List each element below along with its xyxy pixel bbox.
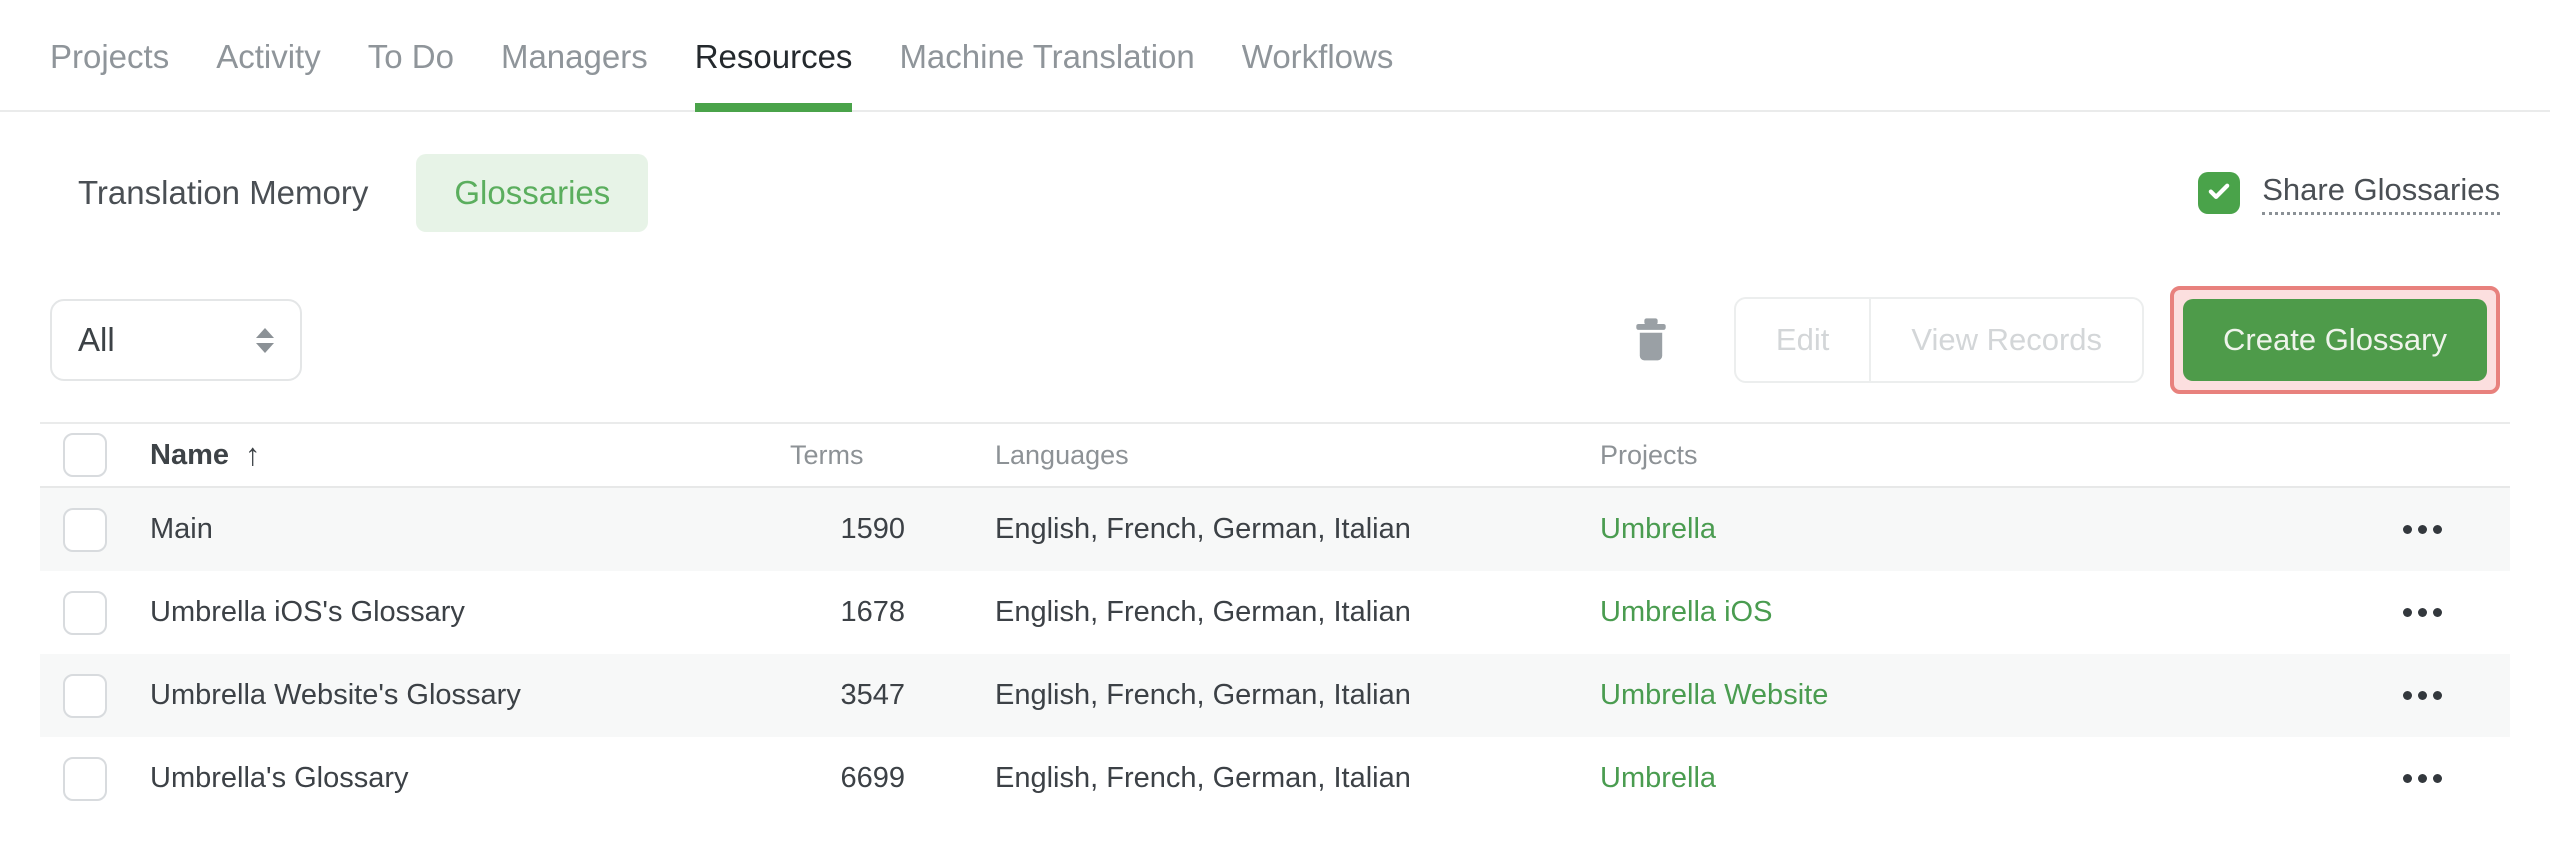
glossary-languages: English, French, German, Italian — [995, 762, 1411, 794]
glossary-languages: English, French, German, Italian — [995, 513, 1411, 545]
glossary-name: Umbrella Website's Glossary — [150, 679, 521, 711]
checkmark-icon — [2205, 177, 2233, 210]
ellipsis-icon — [2403, 691, 2442, 700]
name-column-header[interactable]: Name ↑ — [150, 437, 790, 473]
project-filter-value: All — [78, 321, 115, 358]
row-checkbox[interactable] — [63, 590, 107, 635]
table-row: Umbrella iOS's Glossary 1678 English, Fr… — [40, 571, 2510, 654]
subtab-translation-memory[interactable]: Translation Memory — [50, 154, 396, 232]
nav-tab-activity[interactable]: Activity — [216, 38, 321, 110]
delete-button[interactable] — [1630, 314, 1672, 367]
glossaries-toolbar: All Edit View Records Create Glossary — [50, 286, 2500, 394]
share-glossaries-checkbox[interactable] — [2198, 172, 2241, 214]
row-actions-menu-button[interactable] — [2393, 515, 2452, 544]
trash-icon — [1630, 314, 1672, 367]
row-checkbox[interactable] — [63, 756, 107, 801]
select-all-checkbox[interactable] — [63, 433, 107, 477]
nav-tab-projects[interactable]: Projects — [50, 38, 169, 110]
project-link[interactable]: Umbrella — [1600, 513, 1716, 545]
nav-tab-workflows[interactable]: Workflows — [1242, 38, 1394, 110]
table-row: Main 1590 English, French, German, Itali… — [40, 488, 2510, 571]
glossary-languages: English, French, German, Italian — [995, 596, 1411, 628]
glossary-terms-count: 3547 — [840, 679, 905, 711]
row-checkbox[interactable] — [63, 507, 107, 552]
nav-tab-todo[interactable]: To Do — [368, 38, 454, 110]
project-filter-select[interactable]: All — [50, 299, 302, 381]
nav-tab-machine-translation[interactable]: Machine Translation — [899, 38, 1194, 110]
glossary-name: Umbrella iOS's Glossary — [150, 596, 465, 628]
select-arrows-icon — [256, 327, 274, 353]
toolbar-actions: Edit View Records Create Glossary — [1630, 286, 2500, 394]
glossary-name: Main — [150, 513, 213, 545]
ellipsis-icon — [2403, 608, 2442, 617]
share-glossaries-label: Share Glossaries — [2262, 172, 2500, 215]
share-glossaries-control[interactable]: Share Glossaries — [2198, 172, 2500, 215]
row-actions-menu-button[interactable] — [2393, 598, 2452, 627]
glossary-terms-count: 6699 — [840, 762, 905, 794]
glossary-terms-count: 1678 — [840, 596, 905, 628]
ellipsis-icon — [2403, 525, 2442, 534]
nav-tab-resources[interactable]: Resources — [694, 38, 852, 112]
edit-button[interactable]: Edit — [1736, 299, 1869, 381]
projects-column-header: Projects — [1600, 439, 1698, 470]
sort-ascending-icon: ↑ — [245, 437, 261, 472]
row-actions-menu-button[interactable] — [2393, 681, 2452, 710]
nav-tab-managers[interactable]: Managers — [501, 38, 648, 110]
selection-actions-group: Edit View Records — [1733, 297, 2145, 383]
create-glossary-button[interactable]: Create Glossary — [2183, 299, 2487, 381]
resources-subnav: Translation Memory Glossaries Share Glos… — [50, 154, 2500, 232]
main-nav: Projects Activity To Do Managers Resourc… — [0, 0, 2550, 112]
glossaries-page: Projects Activity To Do Managers Resourc… — [0, 0, 2550, 868]
ellipsis-icon — [2403, 774, 2442, 783]
glossary-terms-count: 1590 — [840, 513, 905, 545]
table-row: Umbrella Website's Glossary 3547 English… — [40, 654, 2510, 737]
glossary-name: Umbrella's Glossary — [150, 762, 409, 794]
terms-column-header: Terms — [790, 439, 864, 470]
glossaries-table: Name ↑ Terms Languages Projects Main 159… — [40, 422, 2510, 820]
glossary-languages: English, French, German, Italian — [995, 679, 1411, 711]
subtab-glossaries[interactable]: Glossaries — [416, 154, 649, 232]
row-checkbox[interactable] — [63, 673, 107, 718]
project-link[interactable]: Umbrella — [1600, 762, 1716, 794]
project-link[interactable]: Umbrella Website — [1600, 679, 1828, 711]
table-row: Umbrella's Glossary 6699 English, French… — [40, 737, 2510, 820]
create-glossary-highlight: Create Glossary — [2170, 286, 2500, 394]
select-all-cell — [63, 433, 107, 477]
row-actions-menu-button[interactable] — [2393, 764, 2452, 793]
table-header-row: Name ↑ Terms Languages Projects — [40, 424, 2510, 488]
languages-column-header: Languages — [995, 439, 1129, 470]
project-link[interactable]: Umbrella iOS — [1600, 596, 1772, 628]
view-records-button[interactable]: View Records — [1869, 299, 2142, 381]
